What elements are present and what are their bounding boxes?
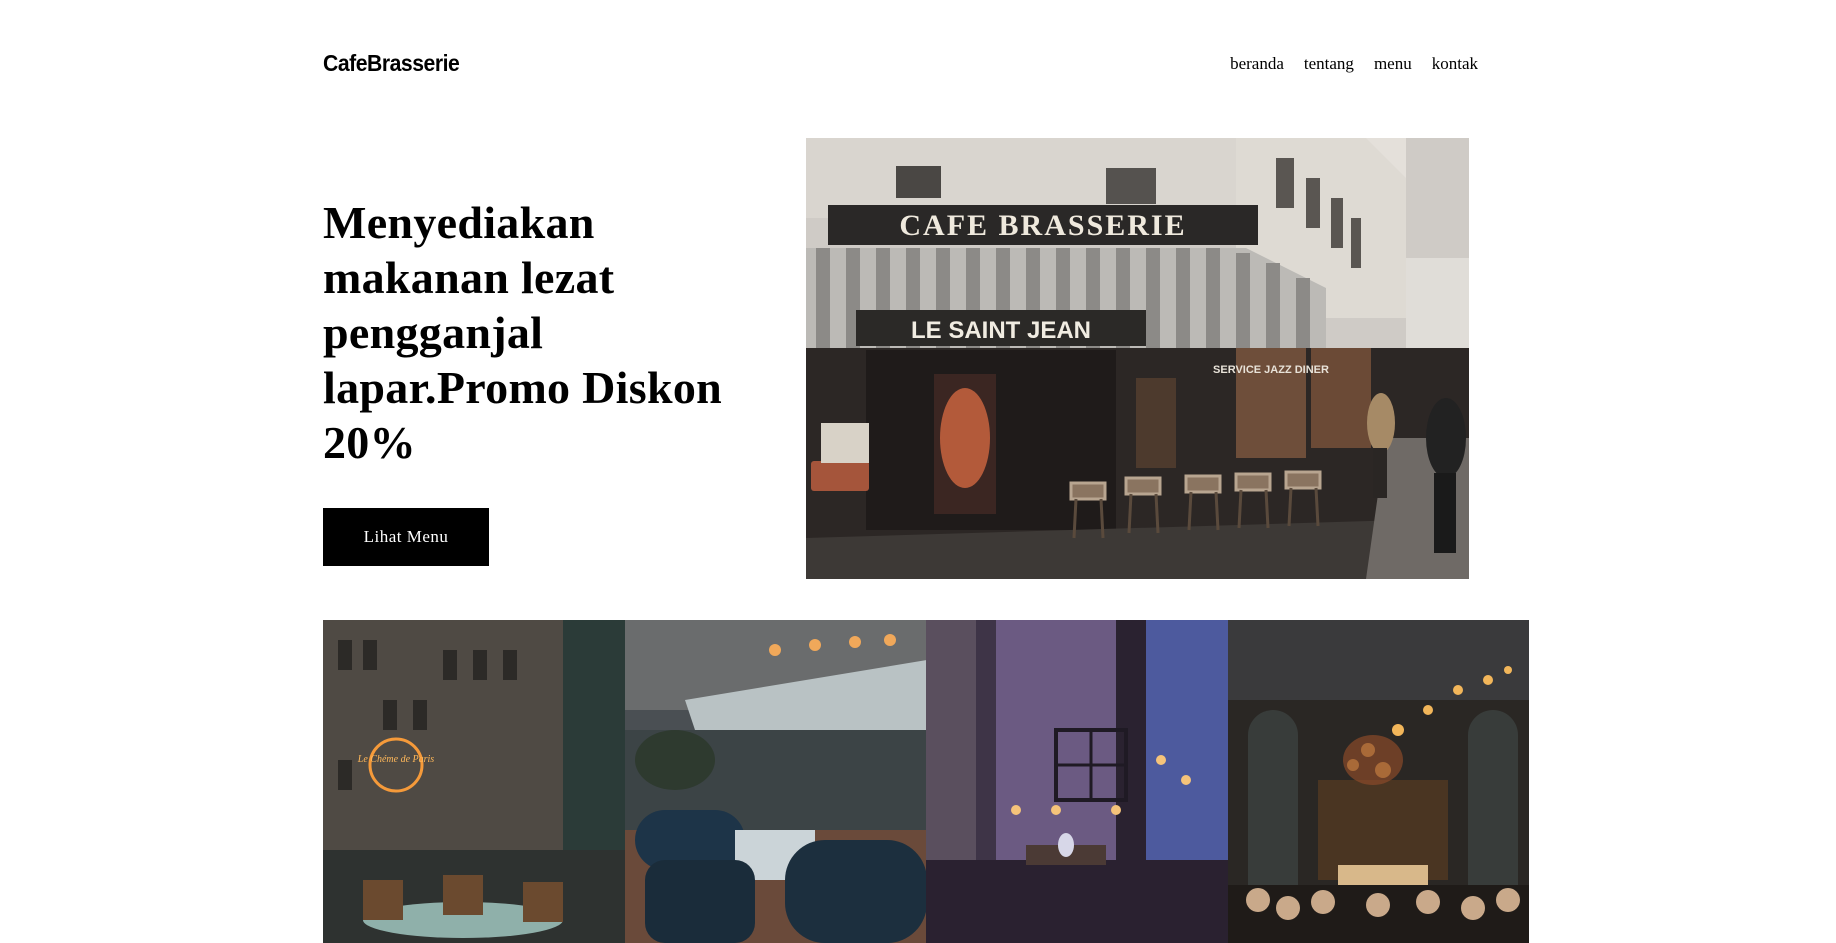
main-nav: beranda tentang menu kontak	[1230, 54, 1478, 74]
view-menu-button[interactable]: Lihat Menu	[323, 508, 489, 566]
saint-jean-sign-text: LE SAINT JEAN	[911, 317, 1091, 344]
gallery-photo-chandelier	[1227, 620, 1529, 943]
photo-gallery: Le Chéme de Paris	[323, 620, 1529, 943]
gallery-photo-purple-interior	[926, 620, 1228, 943]
nav-link-menu[interactable]: menu	[1374, 54, 1412, 74]
nav-link-beranda[interactable]: beranda	[1230, 54, 1284, 74]
cafe-sign-text: CAFE BRASSERIE	[899, 209, 1186, 242]
gallery-photo-terrace	[624, 620, 926, 943]
site-header: CafeBrasserie beranda tentang menu konta…	[323, 50, 1523, 80]
hero-cafe-photo: CAFE BRASSERIE LE SAINT JEAN SERVICE JAZ…	[806, 138, 1469, 579]
window-sign-text: SERVICE JAZZ DINER	[1213, 364, 1329, 376]
nav-link-tentang[interactable]: tentang	[1304, 54, 1354, 74]
site-logo[interactable]: CafeBrasserie	[323, 50, 460, 77]
hero-title: Menyediakan makanan lezat pengganjal lap…	[323, 197, 723, 468]
gallery-photo-street-cafe: Le Chéme de Paris	[323, 620, 625, 943]
nav-link-kontak[interactable]: kontak	[1432, 54, 1478, 74]
neon-sign-text: Le Chéme de Paris	[357, 754, 434, 765]
